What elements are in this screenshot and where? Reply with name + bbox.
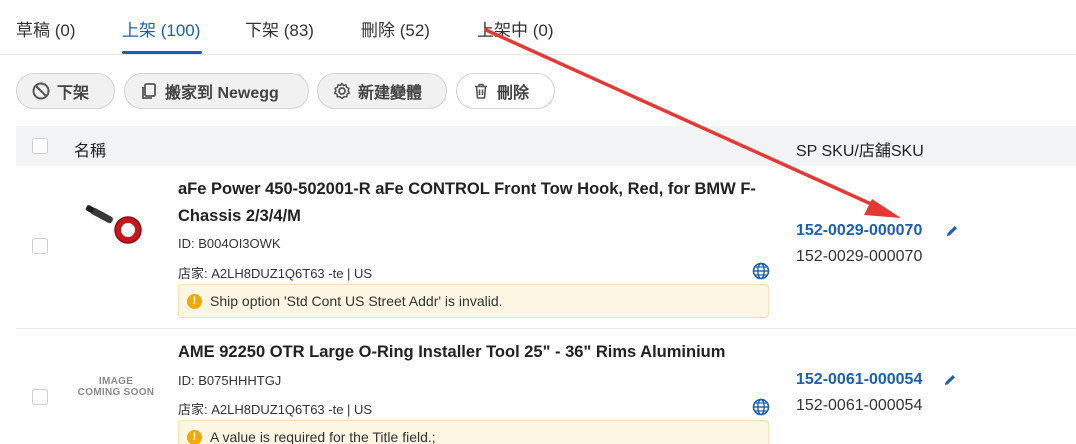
table-row: aFe Power 450-502001-R aFe CONTROL Front…	[16, 166, 1076, 329]
product-title[interactable]: aFe Power 450-502001-R aFe CONTROL Front…	[178, 176, 768, 230]
new-variant-button[interactable]: 新建變體	[317, 73, 447, 109]
warning-icon: !	[187, 293, 202, 309]
unlist-button[interactable]: 下架	[16, 73, 115, 109]
delete-button[interactable]: 刪除	[456, 73, 555, 109]
product-id: ID: B075HHHTGJ	[178, 373, 282, 388]
tab-listed[interactable]: 上架 (100)	[122, 16, 200, 41]
store-sku: 152-0029-000070	[796, 248, 923, 265]
table-header: 名稱 SP SKU/店舖SKU	[16, 126, 1076, 166]
trash-icon	[471, 81, 491, 101]
warning-text: Ship option 'Std Cont US Street Addr' is…	[210, 293, 503, 309]
tab-unlisted[interactable]: 下架 (83)	[245, 16, 314, 41]
sp-sku-link[interactable]: 152-0061-000054	[796, 371, 922, 389]
product-image	[76, 192, 156, 252]
ban-icon	[31, 81, 51, 101]
pencil-icon[interactable]	[943, 373, 957, 387]
warning-text: A value is required for the Title field.…	[210, 429, 436, 444]
product-title[interactable]: AME 92250 OTR Large O-Ring Installer Too…	[178, 339, 768, 366]
warning-message: ! Ship option 'Std Cont US Street Addr' …	[178, 284, 769, 318]
column-header-name: 名稱	[74, 143, 107, 160]
warning-icon: !	[187, 429, 202, 444]
copy-icon	[139, 81, 159, 101]
move-to-newegg-button[interactable]: 搬家到 Newegg	[124, 73, 309, 109]
globe-icon[interactable]	[752, 262, 770, 280]
new-variant-label: 新建變體	[358, 85, 423, 102]
warning-message: ! A value is required for the Title fiel…	[178, 420, 769, 444]
delete-label: 刪除	[497, 85, 530, 102]
move-to-newegg-label: 搬家到 Newegg	[165, 85, 279, 102]
tab-listing[interactable]: 上架中 (0)	[477, 16, 554, 41]
gear-icon	[332, 81, 352, 101]
column-header-sku: SP SKU/店舖SKU	[796, 143, 924, 160]
pencil-icon[interactable]	[945, 224, 959, 238]
tab-deleted[interactable]: 刪除 (52)	[361, 16, 430, 41]
product-id: ID: B004OI3OWK	[178, 236, 281, 251]
select-all-checkbox[interactable]	[32, 138, 48, 154]
row-checkbox[interactable]	[32, 238, 48, 254]
globe-icon[interactable]	[752, 398, 770, 416]
table-row: IMAGE COMING SOON AME 92250 OTR Large O-…	[16, 330, 1076, 444]
row-checkbox[interactable]	[32, 389, 48, 405]
store-info: 店家: A2LH8DUZ1Q6T63 -te | US	[178, 402, 373, 417]
store-info: 店家: A2LH8DUZ1Q6T63 -te | US	[178, 266, 373, 281]
tab-draft[interactable]: 草稿 (0)	[16, 16, 76, 41]
active-tab-indicator	[122, 51, 202, 54]
sp-sku-link[interactable]: 152-0029-000070	[796, 222, 922, 240]
store-sku: 152-0061-000054	[796, 397, 923, 414]
status-tabs: 草稿 (0) 上架 (100) 下架 (83) 刪除 (52) 上架中 (0)	[0, 0, 1076, 55]
image-placeholder: IMAGE COMING SOON	[77, 376, 155, 398]
unlist-label: 下架	[57, 85, 90, 102]
